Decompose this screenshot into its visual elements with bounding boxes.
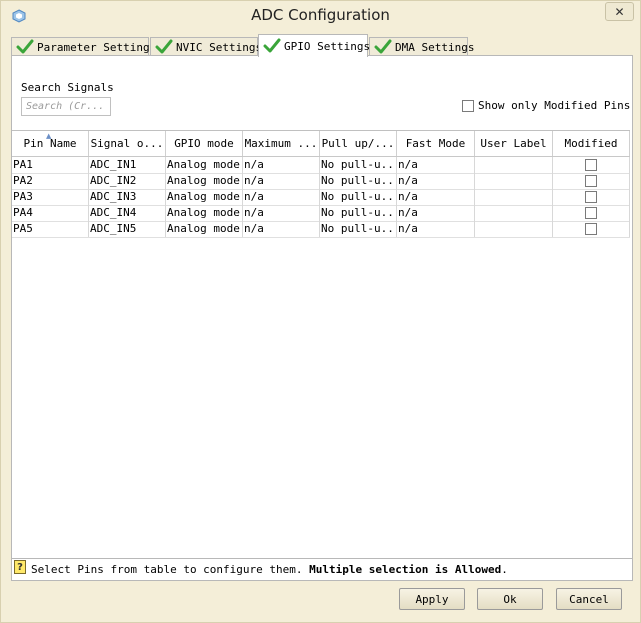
cell-maximum: n/a bbox=[243, 173, 320, 189]
cell-maximum: n/a bbox=[243, 157, 320, 173]
dialog-window: ADC Configuration ✕ Parameter Settings N… bbox=[0, 0, 641, 623]
close-button[interactable]: ✕ bbox=[605, 2, 634, 21]
tab-gpio-settings[interactable]: GPIO Settings bbox=[258, 34, 371, 57]
tab-parameter-settings[interactable]: Parameter Settings bbox=[11, 37, 156, 56]
title-bar: ADC Configuration ✕ bbox=[1, 1, 640, 32]
tab-nvic-settings[interactable]: NVIC Settings bbox=[150, 37, 262, 56]
modified-checkbox[interactable] bbox=[585, 191, 597, 203]
tab-label: GPIO Settings bbox=[284, 39, 371, 53]
cell-modified bbox=[553, 157, 630, 173]
cell-modified bbox=[553, 189, 630, 205]
cell-maximum: n/a bbox=[243, 205, 320, 221]
cell-pin: PA1 bbox=[12, 157, 89, 173]
modified-checkbox[interactable] bbox=[585, 207, 597, 219]
cell-maximum: n/a bbox=[243, 221, 320, 237]
tab-label: NVIC Settings bbox=[176, 40, 263, 54]
column-header-modified[interactable]: Modified bbox=[553, 131, 630, 156]
cell-fast-mode: n/a bbox=[397, 205, 475, 221]
cell-user-label[interactable] bbox=[475, 157, 553, 173]
table-row[interactable]: PA5 ADC_IN5 Analog mode n/a No pull-u...… bbox=[12, 221, 630, 238]
cell-pin: PA2 bbox=[12, 173, 89, 189]
cell-user-label[interactable] bbox=[475, 173, 553, 189]
column-header-maximum[interactable]: Maximum ... bbox=[243, 131, 320, 156]
column-header-pin-name[interactable]: ▲ Pin Name bbox=[12, 131, 89, 156]
table-row[interactable]: PA2 ADC_IN2 Analog mode n/a No pull-u...… bbox=[12, 173, 630, 190]
cell-pull: No pull-u... bbox=[321, 189, 397, 205]
table-row[interactable]: PA1 ADC_IN1 Analog mode n/a No pull-u...… bbox=[12, 157, 630, 174]
help-icon: ? bbox=[14, 560, 26, 574]
column-header-pull[interactable]: Pull up/... bbox=[320, 131, 397, 156]
cell-user-label[interactable] bbox=[475, 205, 553, 221]
check-icon bbox=[16, 39, 34, 54]
cell-modified bbox=[553, 205, 630, 221]
table-header: ▲ Pin Name Signal o... GPIO mode Maximum… bbox=[12, 131, 630, 157]
check-icon bbox=[155, 39, 173, 54]
cell-gpio-mode: Analog mode bbox=[166, 221, 243, 237]
cell-gpio-mode: Analog mode bbox=[166, 173, 243, 189]
cell-user-label[interactable] bbox=[475, 221, 553, 237]
table-row[interactable]: PA3 ADC_IN3 Analog mode n/a No pull-u...… bbox=[12, 189, 630, 206]
tab-dma-settings[interactable]: DMA Settings bbox=[369, 37, 474, 56]
cell-modified bbox=[553, 173, 630, 189]
cell-fast-mode: n/a bbox=[397, 173, 475, 189]
window-title: ADC Configuration bbox=[251, 6, 390, 24]
column-header-signal[interactable]: Signal o... bbox=[89, 131, 166, 156]
cell-signal: ADC_IN1 bbox=[89, 157, 166, 173]
pin-table: ▲ Pin Name Signal o... GPIO mode Maximum… bbox=[12, 130, 630, 557]
status-message: Select Pins from table to configure them… bbox=[31, 563, 508, 576]
search-signals-label: Search Signals bbox=[21, 81, 114, 94]
cell-pull: No pull-u... bbox=[321, 221, 397, 237]
show-modified-checkbox[interactable] bbox=[462, 99, 474, 112]
cell-signal: ADC_IN4 bbox=[89, 205, 166, 221]
cell-pull: No pull-u... bbox=[321, 205, 397, 221]
cell-signal: ADC_IN2 bbox=[89, 173, 166, 189]
ok-button[interactable]: Ok bbox=[477, 588, 543, 610]
cell-pull: No pull-u... bbox=[321, 173, 397, 189]
status-bar: ? Select Pins from table to configure th… bbox=[12, 558, 632, 578]
cell-gpio-mode: Analog mode bbox=[166, 189, 243, 205]
search-input[interactable] bbox=[21, 97, 111, 116]
cell-pin: PA5 bbox=[12, 221, 89, 237]
column-header-fast-mode[interactable]: Fast Mode bbox=[397, 131, 475, 156]
cell-maximum: n/a bbox=[243, 189, 320, 205]
modified-checkbox[interactable] bbox=[585, 223, 597, 235]
cell-pin: PA4 bbox=[12, 205, 89, 221]
tab-label: Parameter Settings bbox=[37, 40, 157, 54]
table-row[interactable]: PA4 ADC_IN4 Analog mode n/a No pull-u...… bbox=[12, 205, 630, 222]
tab-label: DMA Settings bbox=[395, 40, 475, 54]
show-modified-label: Show only Modified Pins bbox=[478, 99, 631, 112]
cell-pin: PA3 bbox=[12, 189, 89, 205]
show-modified-filter[interactable]: Show only Modified Pins bbox=[462, 99, 630, 112]
cell-fast-mode: n/a bbox=[397, 189, 475, 205]
gpio-settings-panel: Search Signals Show only Modified Pins ▲… bbox=[11, 55, 633, 581]
apply-button[interactable]: Apply bbox=[399, 588, 465, 610]
cell-modified bbox=[553, 221, 630, 237]
column-header-user-label[interactable]: User Label bbox=[475, 131, 553, 156]
check-icon bbox=[374, 39, 392, 54]
modified-checkbox[interactable] bbox=[585, 175, 597, 187]
cell-gpio-mode: Analog mode bbox=[166, 157, 243, 173]
cancel-button[interactable]: Cancel bbox=[556, 588, 622, 610]
cell-gpio-mode: Analog mode bbox=[166, 205, 243, 221]
cell-signal: ADC_IN5 bbox=[89, 221, 166, 237]
check-icon bbox=[263, 38, 281, 53]
column-header-gpio-mode[interactable]: GPIO mode bbox=[166, 131, 243, 156]
cell-pull: No pull-u... bbox=[321, 157, 397, 173]
sort-ascending-icon: ▲ bbox=[46, 132, 52, 140]
cell-fast-mode: n/a bbox=[397, 221, 475, 237]
modified-checkbox[interactable] bbox=[585, 159, 597, 171]
cell-user-label[interactable] bbox=[475, 189, 553, 205]
cell-fast-mode: n/a bbox=[397, 157, 475, 173]
cell-signal: ADC_IN3 bbox=[89, 189, 166, 205]
